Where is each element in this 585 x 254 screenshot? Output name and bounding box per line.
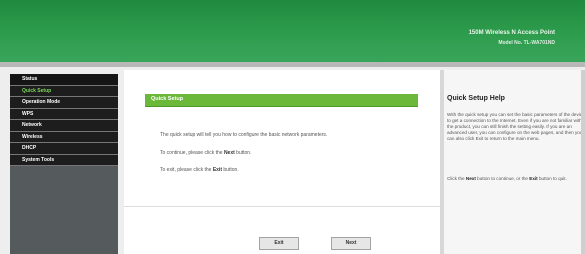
sidebar-item-dhcp[interactable]: DHCP <box>10 143 118 155</box>
sidebar-item-operation-mode[interactable]: Operation Mode <box>10 97 118 109</box>
scrollbar-track[interactable] <box>581 70 585 254</box>
model-number: Model No. TL-WA701ND <box>498 40 555 46</box>
sidebar: Status Quick Setup Operation Mode WPS Ne… <box>10 74 118 254</box>
sidebar-item-wps[interactable]: WPS <box>10 108 118 120</box>
sidebar-menu: Status Quick Setup Operation Mode WPS Ne… <box>10 74 118 166</box>
next-button[interactable]: Next <box>331 237 371 250</box>
divider-line <box>124 206 440 207</box>
page-title-bar: Quick Setup <box>145 94 418 107</box>
sidebar-item-network[interactable]: Network <box>10 120 118 132</box>
sidebar-item-system-tools[interactable]: System Tools <box>10 154 118 166</box>
intro-text: The quick setup will tell you how to con… <box>160 132 328 138</box>
sidebar-item-status[interactable]: Status <box>10 74 118 86</box>
product-name: 150M Wireless N Access Point <box>468 30 555 36</box>
sidebar-item-quick-setup[interactable]: Quick Setup <box>10 85 118 97</box>
help-title: Quick Setup Help <box>447 95 505 102</box>
page-title: Quick Setup <box>151 96 184 102</box>
main-panel: Quick Setup The quick setup will tell yo… <box>124 70 440 254</box>
help-panel: Quick Setup Help With the quick setup yo… <box>440 70 585 254</box>
help-instruction: Click the Next button to continue, or th… <box>447 176 567 181</box>
help-description: With the quick setup you can set the bas… <box>447 112 585 141</box>
exit-instruction: To exit, please click the Exit button. <box>160 167 239 173</box>
sidebar-item-wireless[interactable]: Wireless <box>10 131 118 143</box>
exit-button[interactable]: Exit <box>259 237 299 250</box>
header-divider <box>0 62 585 67</box>
header-banner: 150M Wireless N Access Point Model No. T… <box>0 0 585 62</box>
continue-instruction: To continue, please click the Next butto… <box>160 150 252 156</box>
